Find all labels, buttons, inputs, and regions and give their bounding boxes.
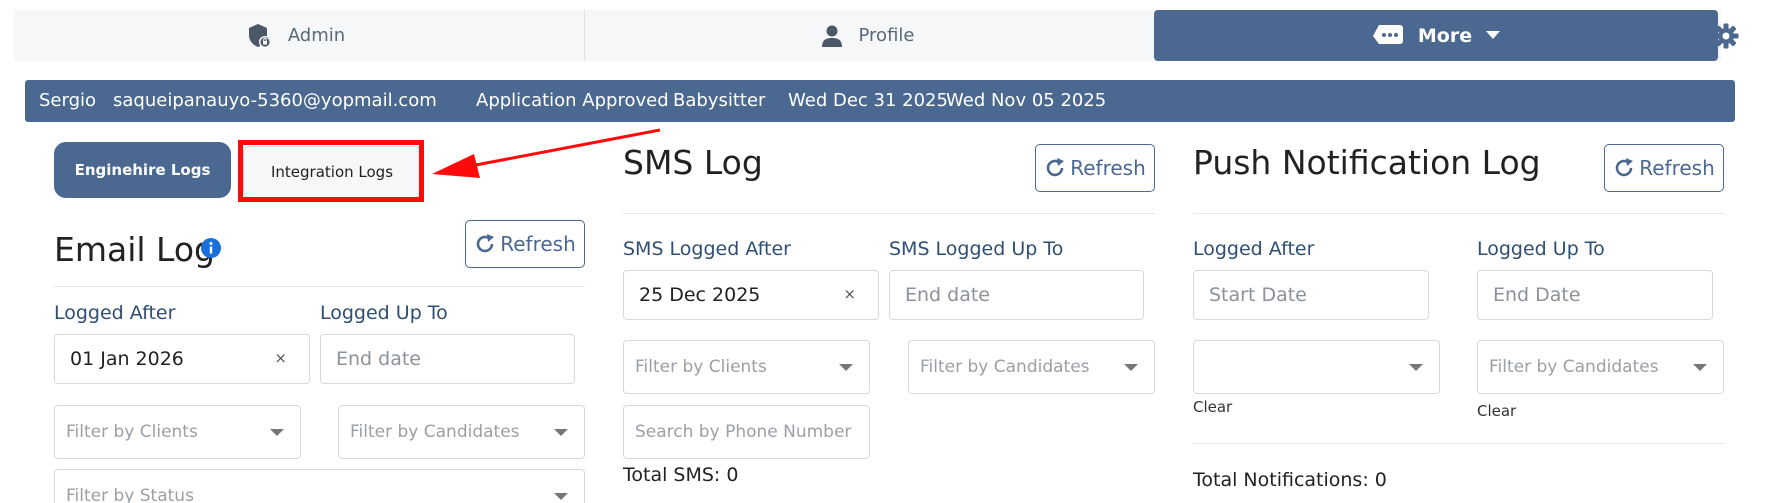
chevron-down-icon: [554, 429, 568, 436]
integration-logs-button[interactable]: Integration Logs: [243, 146, 421, 198]
push-total: Total Notifications: 0: [1193, 469, 1387, 491]
top-nav: Admin Profile More: [14, 10, 1721, 61]
email-refresh-label: Refresh: [500, 232, 576, 256]
push-upto-placeholder: End Date: [1493, 284, 1581, 306]
refresh-icon: [1615, 158, 1634, 177]
sms-phone-placeholder: Search by Phone Number: [635, 422, 852, 442]
email-candidates-placeholder: Filter by Candidates: [350, 422, 520, 442]
user-date-2: Wed Nov 05 2025: [946, 90, 1107, 111]
refresh-icon: [476, 234, 495, 253]
tab-profile[interactable]: Profile: [584, 10, 1150, 61]
enginehire-logs-button[interactable]: Enginehire Logs: [54, 142, 231, 198]
email-upto-label: Logged Up To: [320, 302, 448, 324]
chevron-down-icon: [1693, 364, 1707, 371]
tab-profile-label: Profile: [858, 25, 915, 46]
email-after-value: 01 Jan 2026: [70, 348, 184, 370]
shield-icon: [248, 23, 272, 49]
application-status: Application Approved: [476, 90, 669, 111]
chevron-down-icon: [1409, 364, 1423, 371]
clear-icon[interactable]: ×: [274, 349, 287, 367]
divider: [1193, 213, 1724, 214]
sms-upto-label: SMS Logged Up To: [889, 238, 1064, 260]
tab-more-label: More: [1417, 24, 1473, 47]
info-icon[interactable]: [201, 238, 221, 262]
email-refresh-button[interactable]: Refresh: [465, 220, 585, 268]
gear-icon[interactable]: [1713, 23, 1739, 53]
push-clear-candidates[interactable]: Clear: [1477, 402, 1516, 420]
email-log-title: Email Log: [54, 230, 215, 269]
email-clients-select[interactable]: Filter by Clients: [54, 405, 301, 459]
sms-upto-placeholder: End date: [905, 284, 990, 306]
sms-refresh-label: Refresh: [1070, 156, 1146, 180]
tab-admin-label: Admin: [287, 25, 346, 46]
message-dots-icon: [1372, 24, 1404, 48]
sms-clients-placeholder: Filter by Clients: [635, 357, 767, 377]
clear-icon[interactable]: ×: [843, 285, 856, 303]
sms-upto-date-field[interactable]: End date: [889, 270, 1144, 320]
sms-total: Total SMS: 0: [623, 464, 739, 486]
divider: [623, 213, 1155, 214]
sms-phone-search[interactable]: Search by Phone Number: [623, 405, 870, 459]
sms-after-value: 25 Dec 2025: [639, 284, 761, 306]
push-candidates-select[interactable]: Filter by Candidates: [1477, 340, 1724, 394]
user-email: saqueipanauyo-5360@yopmail.com: [113, 90, 437, 111]
chevron-down-icon: [554, 493, 568, 500]
divider: [1193, 443, 1724, 444]
push-clear-clients[interactable]: Clear: [1193, 398, 1232, 416]
push-upto-date-field[interactable]: End Date: [1477, 270, 1713, 320]
chevron-down-icon: [1124, 364, 1138, 371]
chevron-down-icon: [1486, 31, 1501, 40]
user-role: Babysitter: [673, 90, 766, 111]
email-after-label: Logged After: [54, 302, 176, 324]
chevron-down-icon: [270, 429, 284, 436]
refresh-icon: [1046, 158, 1065, 177]
email-status-select[interactable]: Filter by Status: [54, 469, 585, 503]
email-upto-placeholder: End date: [336, 348, 421, 370]
email-upto-date-field[interactable]: End date: [320, 334, 575, 384]
push-after-label: Logged After: [1193, 238, 1315, 260]
push-refresh-label: Refresh: [1639, 156, 1715, 180]
tab-more[interactable]: More: [1154, 10, 1718, 61]
push-upto-label: Logged Up To: [1477, 238, 1605, 260]
sms-refresh-button[interactable]: Refresh: [1035, 144, 1155, 192]
email-after-date-field[interactable]: 01 Jan 2026 ×: [54, 334, 310, 384]
sms-candidates-placeholder: Filter by Candidates: [920, 357, 1090, 377]
push-log-title: Push Notification Log: [1193, 143, 1541, 182]
user-info-bar: Sergio saqueipanauyo-5360@yopmail.com Ap…: [25, 80, 1735, 122]
push-refresh-button[interactable]: Refresh: [1604, 144, 1724, 192]
user-name: Sergio: [39, 90, 97, 111]
divider: [54, 286, 585, 287]
tab-admin[interactable]: Admin: [14, 10, 579, 61]
push-after-date-field[interactable]: Start Date: [1193, 270, 1429, 320]
sms-candidates-select[interactable]: Filter by Candidates: [908, 340, 1155, 394]
sms-after-date-field[interactable]: 25 Dec 2025 ×: [623, 270, 879, 320]
user-icon: [821, 25, 843, 47]
push-clients-select[interactable]: [1193, 340, 1440, 394]
email-candidates-select[interactable]: Filter by Candidates: [338, 405, 585, 459]
email-clients-placeholder: Filter by Clients: [66, 422, 198, 442]
push-after-placeholder: Start Date: [1209, 284, 1307, 306]
user-date-1: Wed Dec 31 2025: [788, 90, 948, 111]
sms-after-label: SMS Logged After: [623, 238, 791, 260]
chevron-down-icon: [839, 364, 853, 371]
sms-clients-select[interactable]: Filter by Clients: [623, 340, 870, 394]
email-status-placeholder: Filter by Status: [66, 486, 194, 503]
push-candidates-placeholder: Filter by Candidates: [1489, 357, 1659, 377]
sms-log-title: SMS Log: [623, 143, 763, 182]
